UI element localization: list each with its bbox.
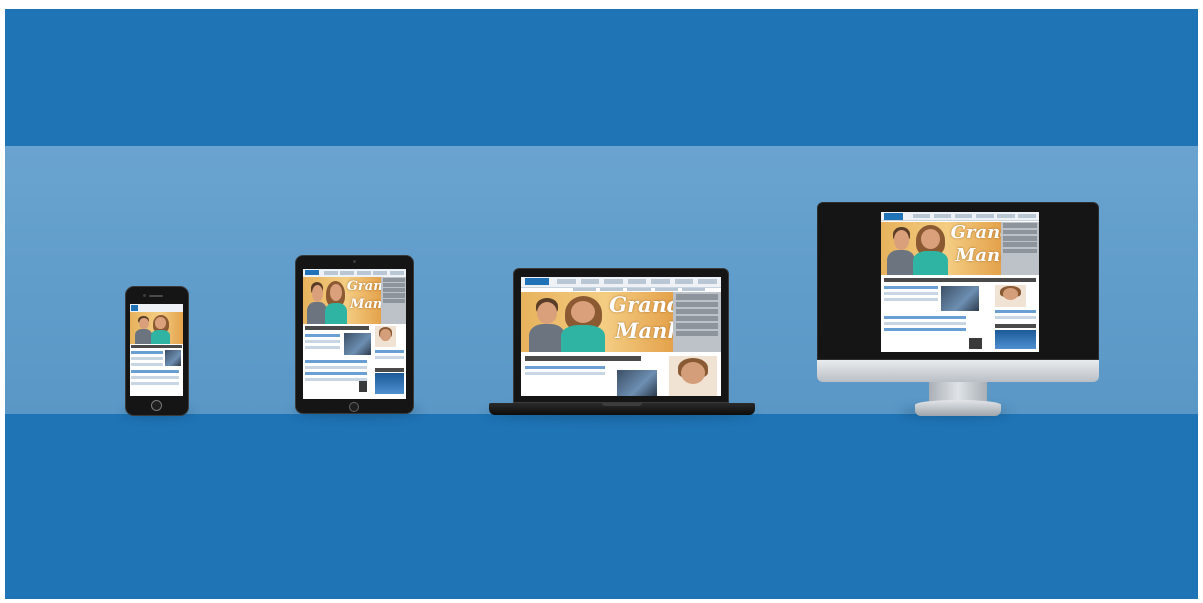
article-thumbnail [617,369,657,396]
sidebar-text [375,349,404,362]
map-thumbnail [375,373,404,394]
monitor-chin [817,360,1099,382]
hero-woman [323,280,348,324]
phone-screen[interactable] [130,304,183,396]
bottom-blue-band [5,414,1198,599]
laptop: Grandes Manhãs [489,268,755,417]
phone-camera [143,294,146,297]
site-nav [323,270,404,275]
hero-title-line2: Manhãs [955,245,1001,267]
article-thumbnail [164,350,181,366]
site-nav [912,214,1036,219]
site-hero-banner [130,312,183,344]
article-thumbnail [344,332,371,355]
more-text [131,370,179,388]
hero-sidebar [381,276,406,324]
sidebar-bar [375,367,404,372]
tablet-home-button[interactable] [349,402,359,412]
hero-woman [150,314,171,344]
hero-sidebar [1001,221,1039,275]
section-bar [525,355,641,362]
laptop-website: Grandes Manhãs [521,277,721,396]
section-bar [131,345,182,349]
tablet-screen[interactable]: Grandes Manhãs [303,269,406,399]
site-logo [305,270,320,276]
scene-background: Grandes Manhãs [5,9,1198,599]
hero-title-line1: Grandes [609,292,673,318]
site-subnav [573,287,705,292]
article-text [525,366,605,378]
laptop-notch [602,403,642,406]
profile-thumbnail [994,284,1027,308]
sidebar-text [994,310,1036,322]
tablet: Grandes Manhãs [295,255,414,414]
more-text [884,315,967,334]
hero-title-line1: Grandes [950,221,1001,243]
article-text [884,286,938,304]
site-hero-banner: Grandes Manhãs [521,292,673,352]
more-text [305,360,367,384]
map-thumbnail [994,329,1036,350]
site-hero-banner: Grandes Manhãs [881,221,1002,275]
desktop-monitor: Grandes Manhãs [817,202,1099,416]
section-bar [884,277,1036,282]
profile-thumbnail [375,326,396,347]
hero-sidebar [673,292,721,352]
site-hero-banner: Grandes Manhãs [303,276,382,324]
monitor-screen[interactable]: Grandes Manhãs [881,212,1039,352]
hero-woman [559,296,608,352]
qr-thumbnail [358,380,367,393]
desktop-website: Grandes Manhãs [881,212,1039,352]
smartphone [125,286,189,416]
site-logo [525,278,549,286]
profile-thumbnail [669,355,717,396]
tablet-website: Grandes Manhãs [303,269,406,399]
article-text [305,334,341,352]
site-logo [131,304,139,312]
site-nav [557,279,718,285]
monitor-foot [915,400,1001,416]
article-text [131,350,163,369]
site-logo [884,213,904,221]
section-bar [305,326,369,331]
tablet-camera [353,260,356,263]
home-button[interactable] [151,400,162,411]
phone-website [130,304,183,396]
hero-woman [911,225,949,275]
sidebar-bar [994,324,1036,329]
hero-title-line2: Manhãs [615,318,673,344]
article-thumbnail [941,286,979,312]
hero-title-line2: Manhãs [349,297,382,313]
top-blue-band [5,9,1198,146]
phone-speaker [149,295,163,297]
qr-thumbnail [969,338,983,350]
hero-title-line1: Grandes [346,278,381,294]
laptop-screen[interactable]: Grandes Manhãs [521,277,721,396]
